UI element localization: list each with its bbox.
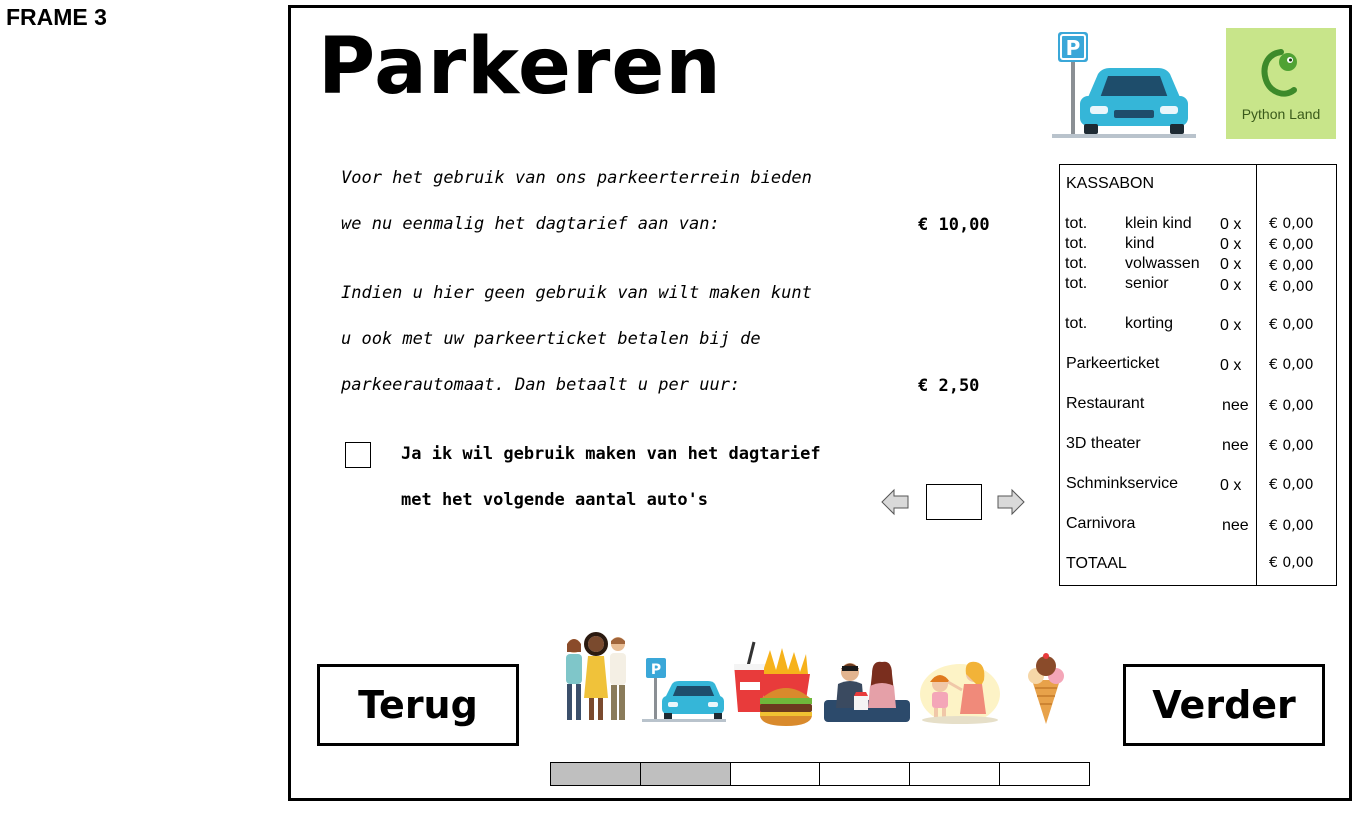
receipt-row-label: Carnivora bbox=[1066, 515, 1136, 532]
parking-icon: P bbox=[642, 658, 726, 722]
receipt-row-qty: 0 x bbox=[1220, 256, 1242, 273]
receipt-row-label: Schminkservice bbox=[1066, 475, 1179, 492]
frame-label: FRAME 3 bbox=[6, 4, 107, 30]
receipt-row-amount: € 0,00 bbox=[1269, 237, 1314, 253]
receipt-row-qty: 0 x bbox=[1220, 277, 1242, 294]
arrow-right-icon[interactable] bbox=[996, 488, 1026, 516]
receipt-row-label: 3D theater bbox=[1066, 435, 1141, 452]
svg-text:P: P bbox=[1066, 36, 1081, 60]
ice-cream-icon bbox=[1028, 653, 1064, 724]
receipt-row-label: Parkeerticket bbox=[1066, 355, 1160, 372]
progress-step bbox=[820, 763, 911, 785]
receipt-row-label: kind bbox=[1125, 235, 1155, 252]
parking-car-icon: P bbox=[1052, 32, 1196, 138]
receipt-row-amount: € 0,00 bbox=[1269, 317, 1314, 333]
face-paint-icon bbox=[920, 661, 1000, 724]
back-button[interactable]: Terug bbox=[317, 664, 519, 746]
family-icon bbox=[566, 632, 626, 720]
receipt-row-qty: 0 x bbox=[1220, 317, 1242, 334]
day-rate-checkbox[interactable] bbox=[345, 442, 371, 468]
checkbox-label-line-1: Ja ik wil gebruik maken van het dagtarie… bbox=[401, 444, 821, 464]
receipt-row-amount: € 0,00 bbox=[1269, 518, 1314, 534]
progress-step bbox=[730, 763, 821, 785]
receipt-row-qty: nee bbox=[1222, 517, 1249, 534]
progress-step bbox=[1000, 763, 1089, 785]
receipt-row-qty: 0 x bbox=[1220, 357, 1242, 374]
next-button[interactable]: Verder bbox=[1123, 664, 1325, 746]
python-land-logo: Python Land bbox=[1226, 28, 1336, 139]
receipt-row-prefix: tot. bbox=[1065, 235, 1088, 252]
receipt-row-amount: € 0,00 bbox=[1269, 279, 1314, 295]
receipt-row-qty: nee bbox=[1222, 397, 1249, 414]
receipt-total-amount: € 0,00 bbox=[1269, 555, 1314, 571]
receipt-row-qty: 0 x bbox=[1220, 477, 1242, 494]
progress-bar bbox=[550, 762, 1090, 786]
receipt-row-amount: € 0,00 bbox=[1269, 438, 1314, 454]
python-land-logo-icon bbox=[1261, 49, 1297, 97]
receipt-row-label: klein kind bbox=[1125, 215, 1192, 232]
checkbox-label-line-2: met het volgende aantal auto's bbox=[401, 490, 709, 510]
intro-line-3: Indien u hier geen gebruik van wilt make… bbox=[341, 283, 812, 303]
receipt-row-amount: € 0,00 bbox=[1269, 216, 1314, 232]
logo-text: Python Land bbox=[1241, 106, 1321, 122]
arrow-left-icon[interactable] bbox=[880, 488, 910, 516]
progress-step bbox=[910, 763, 1001, 785]
receipt-row-prefix: tot. bbox=[1065, 255, 1088, 272]
receipt-row-label: volwassen bbox=[1125, 255, 1200, 272]
receipt-row-amount: € 0,00 bbox=[1269, 258, 1314, 274]
intro-line-5: parkeerautomaat. Dan betaalt u per uur: bbox=[341, 375, 741, 395]
receipt-divider bbox=[1256, 165, 1257, 585]
receipt-row-qty: 0 x bbox=[1220, 216, 1242, 233]
receipt-title: KASSABON bbox=[1066, 175, 1155, 192]
receipt-row-label: Restaurant bbox=[1066, 395, 1145, 412]
day-price: € 10,00 bbox=[918, 215, 990, 235]
progress-step bbox=[640, 763, 731, 785]
receipt-row-qty: 0 x bbox=[1220, 236, 1242, 253]
intro-line-2: we nu eenmalig het dagtarief aan van: bbox=[341, 214, 720, 234]
receipt-panel: KASSABON tot. klein kind 0 x € 0,00 tot.… bbox=[1059, 164, 1337, 586]
receipt-row-prefix: tot. bbox=[1065, 215, 1088, 232]
hour-price: € 2,50 bbox=[918, 376, 980, 396]
receipt-row-prefix: tot. bbox=[1065, 315, 1088, 332]
receipt-row-label: senior bbox=[1125, 275, 1169, 292]
svg-text:P: P bbox=[651, 662, 661, 678]
receipt-row-label: korting bbox=[1125, 315, 1174, 332]
fast-food-icon bbox=[734, 641, 812, 726]
intro-line-1: Voor het gebruik van ons parkeerterrein … bbox=[341, 168, 812, 188]
receipt-row-amount: € 0,00 bbox=[1269, 477, 1314, 493]
receipt-row-amount: € 0,00 bbox=[1269, 398, 1314, 414]
theater-icon bbox=[824, 661, 910, 722]
intro-line-4: u ook met uw parkeerticket betalen bij d… bbox=[341, 329, 761, 349]
page-title: Parkeren bbox=[318, 22, 722, 112]
receipt-row-amount: € 0,00 bbox=[1269, 357, 1314, 373]
progress-step bbox=[551, 763, 641, 785]
car-count-input[interactable] bbox=[926, 484, 982, 520]
receipt-total-label: TOTAAL bbox=[1066, 555, 1127, 572]
receipt-row-prefix: tot. bbox=[1065, 275, 1088, 292]
receipt-row-qty: nee bbox=[1222, 437, 1249, 454]
